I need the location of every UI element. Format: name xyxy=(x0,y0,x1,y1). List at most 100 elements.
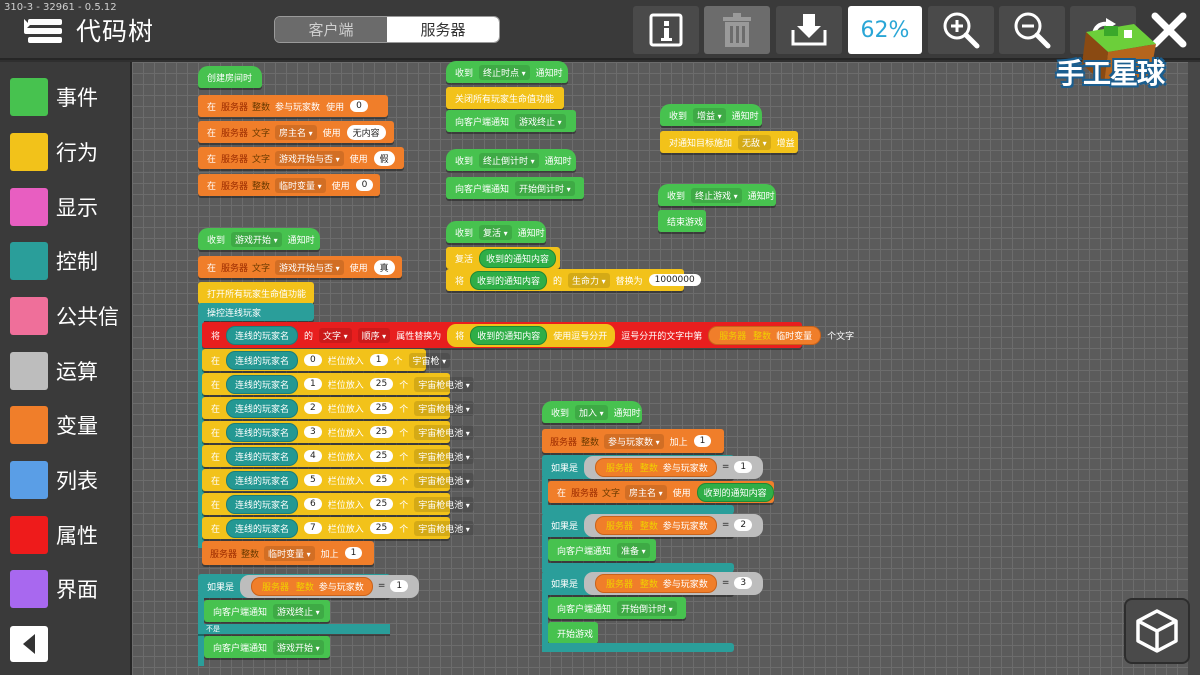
category-display[interactable]: 显示 xyxy=(10,187,130,227)
buff-dropdown[interactable]: 无敌 xyxy=(738,134,771,150)
block-put-item[interactable]: 在 连线的玩家名 5 栏位放入 25 个 宇宙枪电池 xyxy=(202,469,474,491)
compare-block[interactable]: 服务器 整数 参与玩家数 = 2 xyxy=(584,513,764,537)
block-notify-client[interactable]: 向客户端通知 游戏开始 xyxy=(204,636,330,658)
slot-number-input[interactable]: 6 xyxy=(304,498,322,510)
quantity-input[interactable]: 25 xyxy=(369,426,394,438)
block-set-variable[interactable]: 在 服务器 整数 临时变量 使用 0 xyxy=(198,174,380,196)
player-name-input[interactable]: 连线的玩家名 xyxy=(226,325,299,345)
block-notify-client[interactable]: 向客户端通知 游戏终止 xyxy=(446,110,576,132)
item-dropdown[interactable]: 宇宙枪电池 xyxy=(414,400,474,416)
slot-number-input[interactable]: 5 xyxy=(304,474,322,486)
variable-reporter[interactable]: 服务器 整数 参与玩家数 xyxy=(595,457,717,477)
category-operation[interactable]: 运算 xyxy=(10,351,130,391)
block-if-else[interactable]: 如果是 服务器 整数 参与玩家数 = 1 xyxy=(198,574,420,598)
block-disable-health[interactable]: 关闭所有玩家生命值功能 xyxy=(446,87,564,109)
block-put-item[interactable]: 在 连线的玩家名 1 栏位放入 25 个 宇宙枪电池 xyxy=(202,373,474,395)
player-name-input[interactable]: 连线的玩家名 xyxy=(226,494,299,514)
block-increment-variable[interactable]: 服务器 整数 临时变量 加上 1 xyxy=(202,541,374,565)
block-on-notify[interactable]: 收到 加入 通知时 xyxy=(542,401,642,423)
variable-dropdown[interactable]: 参与玩家数 xyxy=(604,433,664,449)
notify-content-input[interactable]: 收到的通知内容 xyxy=(696,482,774,502)
value-input[interactable]: 0 xyxy=(350,100,368,112)
slot-number-input[interactable]: 1 xyxy=(304,378,322,390)
block-on-notify[interactable]: 收到 终止游戏 通知时 xyxy=(658,184,776,206)
block-create-room[interactable]: 创建房间时 xyxy=(198,66,262,88)
block-set-property[interactable]: 将 连线的玩家名 的 文字 顺序 属性替换为 将 收到的通知内容 使用逗号分开 … xyxy=(202,322,854,348)
block-revive[interactable]: 复活 收到的通知内容 xyxy=(446,247,560,269)
info-button[interactable] xyxy=(633,6,699,54)
collapse-sidebar-button[interactable] xyxy=(10,626,48,662)
variable-dropdown[interactable]: 游戏开始与否 xyxy=(275,259,344,275)
quantity-input[interactable]: 25 xyxy=(369,498,394,510)
player-name-input[interactable]: 连线的玩家名 xyxy=(226,350,299,370)
block-on-notify[interactable]: 收到 终止倒计时 通知时 xyxy=(446,149,576,171)
block-increment-variable[interactable]: 服务器 整数 参与玩家数 加上 1 xyxy=(542,429,724,453)
block-on-notify[interactable]: 收到 增益 通知时 xyxy=(660,104,762,126)
quantity-input[interactable]: 1 xyxy=(369,354,388,366)
player-name-input[interactable]: 连线的玩家名 xyxy=(226,518,299,538)
notify-dropdown[interactable]: 终止时点 xyxy=(479,64,530,80)
block-set-variable[interactable]: 在 服务器 文字 游戏开始与否 使用 假 xyxy=(198,147,404,169)
notify-content-input[interactable]: 收到的通知内容 xyxy=(479,248,557,268)
slot-number-input[interactable]: 0 xyxy=(304,354,322,366)
item-dropdown[interactable]: 宇宙枪电池 xyxy=(414,520,474,536)
variable-dropdown[interactable]: 游戏开始与否 xyxy=(275,150,344,166)
item-dropdown[interactable]: 宇宙枪 xyxy=(408,352,451,368)
tab-server[interactable]: 服务器 xyxy=(387,17,499,42)
category-control[interactable]: 控制 xyxy=(10,241,130,281)
value-input[interactable]: 3 xyxy=(734,577,753,589)
variable-dropdown[interactable]: 房主名 xyxy=(275,124,317,140)
slot-number-input[interactable]: 4 xyxy=(304,450,322,462)
view-3d-button[interactable] xyxy=(1124,598,1190,664)
notify-dropdown[interactable]: 终止倒计时 xyxy=(479,152,539,168)
notify-dropdown[interactable]: 游戏终止 xyxy=(273,603,324,619)
block-on-notify[interactable]: 收到 复活 通知时 xyxy=(446,221,546,243)
block-set-variable[interactable]: 在 服务器 整数 参与玩家数 使用 0 xyxy=(198,95,388,117)
item-dropdown[interactable]: 宇宙枪电池 xyxy=(414,496,474,512)
block-put-item[interactable]: 在 连线的玩家名 6 栏位放入 25 个 宇宙枪电池 xyxy=(202,493,474,515)
value-input[interactable]: 假 xyxy=(373,150,395,166)
category-list[interactable]: 列表 xyxy=(10,460,130,500)
block-start-game[interactable]: 开始游戏 xyxy=(548,622,598,644)
item-dropdown[interactable]: 宇宙枪电池 xyxy=(414,448,474,464)
block-set-variable[interactable]: 在 服务器 文字 房主名 使用 收到的通知内容 xyxy=(548,481,774,503)
block-set-variable[interactable]: 在 服务器 文字 游戏开始与否 使用 真 xyxy=(198,256,402,278)
quantity-input[interactable]: 25 xyxy=(369,402,394,414)
player-name-input[interactable]: 连线的玩家名 xyxy=(226,422,299,442)
notify-dropdown[interactable]: 游戏终止 xyxy=(515,113,566,129)
player-name-input[interactable]: 连线的玩家名 xyxy=(226,470,299,490)
category-property[interactable]: 属性 xyxy=(10,515,130,555)
delete-button[interactable] xyxy=(704,6,770,54)
compare-block[interactable]: 服务器 整数 参与玩家数 = 1 xyxy=(240,574,420,598)
variable-dropdown[interactable]: 临时变量 xyxy=(275,177,326,193)
block-notify-client[interactable]: 向客户端通知 开始倒计时 xyxy=(446,177,584,199)
compare-block[interactable]: 服务器 整数 参与玩家数 = 3 xyxy=(584,571,764,595)
notify-dropdown[interactable]: 终止游戏 xyxy=(691,187,742,203)
notify-dropdown[interactable]: 增益 xyxy=(693,107,726,123)
slot-number-input[interactable]: 7 xyxy=(304,522,322,534)
notify-dropdown[interactable]: 准备 xyxy=(617,542,650,558)
block-apply-buff[interactable]: 对通知目标施加 无敌 增益 xyxy=(660,131,798,153)
block-on-notify[interactable]: 收到 终止时点 通知时 xyxy=(446,61,568,83)
value-input[interactable]: 1 xyxy=(390,580,409,592)
variable-dropdown[interactable]: 临时变量 xyxy=(264,545,315,561)
type-dropdown[interactable]: 文字 xyxy=(319,327,352,343)
variable-reporter[interactable]: 服务器 整数 参与玩家数 xyxy=(595,515,717,535)
export-button[interactable] xyxy=(776,6,842,54)
block-put-item[interactable]: 在 连线的玩家名 3 栏位放入 25 个 宇宙枪电池 xyxy=(202,421,474,443)
property-dropdown[interactable]: 顺序 xyxy=(357,327,391,343)
variable-reporter[interactable]: 服务器 整数 参与玩家数 xyxy=(595,573,717,593)
quantity-input[interactable]: 25 xyxy=(369,474,394,486)
block-notify-client[interactable]: 向客户端通知 开始倒计时 xyxy=(548,597,686,619)
block-put-item[interactable]: 在 连线的玩家名 2 栏位放入 25 个 宇宙枪电池 xyxy=(202,397,474,419)
value-input[interactable]: 2 xyxy=(734,519,753,531)
item-dropdown[interactable]: 宇宙枪电池 xyxy=(414,472,474,488)
notify-dropdown[interactable]: 加入 xyxy=(575,404,608,420)
variable-reporter[interactable]: 服务器 整数 临时变量 xyxy=(708,325,822,345)
block-on-notify[interactable]: 收到 游戏开始 通知时 xyxy=(198,228,320,250)
notify-dropdown[interactable]: 游戏开始 xyxy=(273,639,324,655)
player-name-input[interactable]: 连线的玩家名 xyxy=(226,398,299,418)
block-put-item[interactable]: 在 连线的玩家名 7 栏位放入 25 个 宇宙枪电池 xyxy=(202,517,474,539)
compare-block[interactable]: 服务器 整数 参与玩家数 = 1 xyxy=(584,455,764,479)
quantity-input[interactable]: 25 xyxy=(369,522,394,534)
